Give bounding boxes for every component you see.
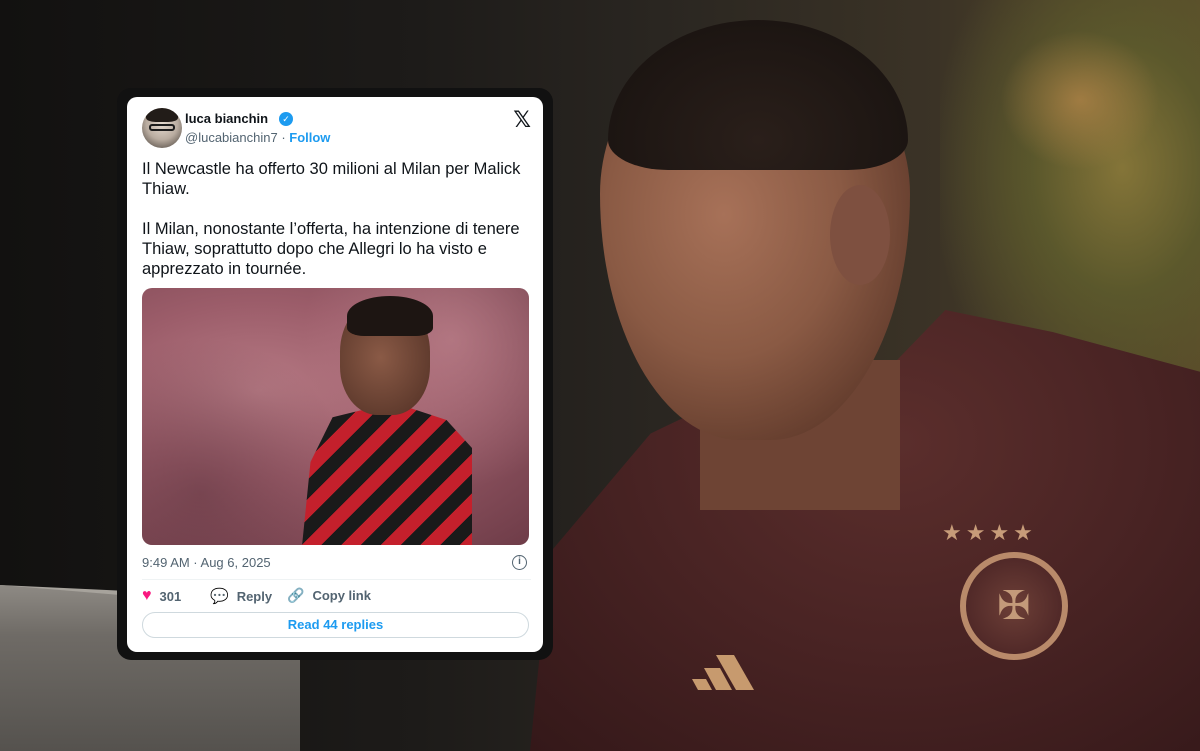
player-photo: ★★★★ ✠ — [530, 20, 1200, 751]
avatar[interactable] — [142, 108, 182, 148]
player-ear — [830, 185, 890, 285]
adidas-logo-icon — [692, 655, 754, 690]
link-icon: 🔗 — [287, 587, 305, 603]
author-handle-line: @lucabianchin7 · Follow — [185, 130, 330, 145]
like-button[interactable]: ♥ 301 — [142, 587, 181, 605]
dfb-crest-icon: ✠ — [960, 552, 1068, 660]
copy-link-label: Copy link — [312, 588, 371, 603]
handle-separator: · — [277, 130, 290, 145]
player-hair — [608, 20, 908, 170]
tweet-timestamp[interactable]: 9:49 AM · Aug 6, 2025 — [142, 555, 271, 570]
reply-bubble-icon: 💬 — [210, 588, 229, 605]
read-replies-button[interactable]: Read 44 replies — [142, 612, 529, 638]
verified-badge-icon: ✓ — [279, 112, 293, 126]
avatar-glasses — [149, 124, 175, 131]
reply-label: Reply — [236, 588, 273, 604]
divider — [142, 579, 531, 580]
tweet-paragraph: Il Newcastle ha offerto 30 milioni al Mi… — [142, 160, 521, 198]
media-player-hair — [347, 296, 433, 336]
crest-stars-icon: ★★★★ — [942, 520, 1037, 545]
author-name[interactable]: luca bianchin — [185, 111, 268, 126]
tweet-media-image[interactable] — [142, 288, 529, 545]
copy-link-button[interactable]: 🔗 Copy link — [287, 587, 371, 604]
info-icon[interactable]: i — [512, 555, 527, 570]
author-handle[interactable]: @lucabianchin7 — [185, 130, 278, 145]
reply-button[interactable]: 💬 Reply — [210, 587, 272, 605]
like-count: 301 — [159, 588, 182, 604]
follow-button[interactable]: Follow — [289, 130, 330, 145]
heart-icon: ♥ — [142, 587, 152, 604]
tweet-header: luca bianchin ✓ @lucabianchin7 · Follow … — [142, 108, 531, 152]
x-logo-icon[interactable]: 𝕏 — [513, 108, 531, 133]
avatar-hair — [146, 108, 178, 122]
tweet-text: Il Newcastle ha offerto 30 milioni al Mi… — [142, 159, 532, 299]
tweet-card: luca bianchin ✓ @lucabianchin7 · Follow … — [127, 97, 543, 652]
tweet-paragraph: Il Milan, nonostante l’offerta, ha inten… — [142, 220, 520, 278]
